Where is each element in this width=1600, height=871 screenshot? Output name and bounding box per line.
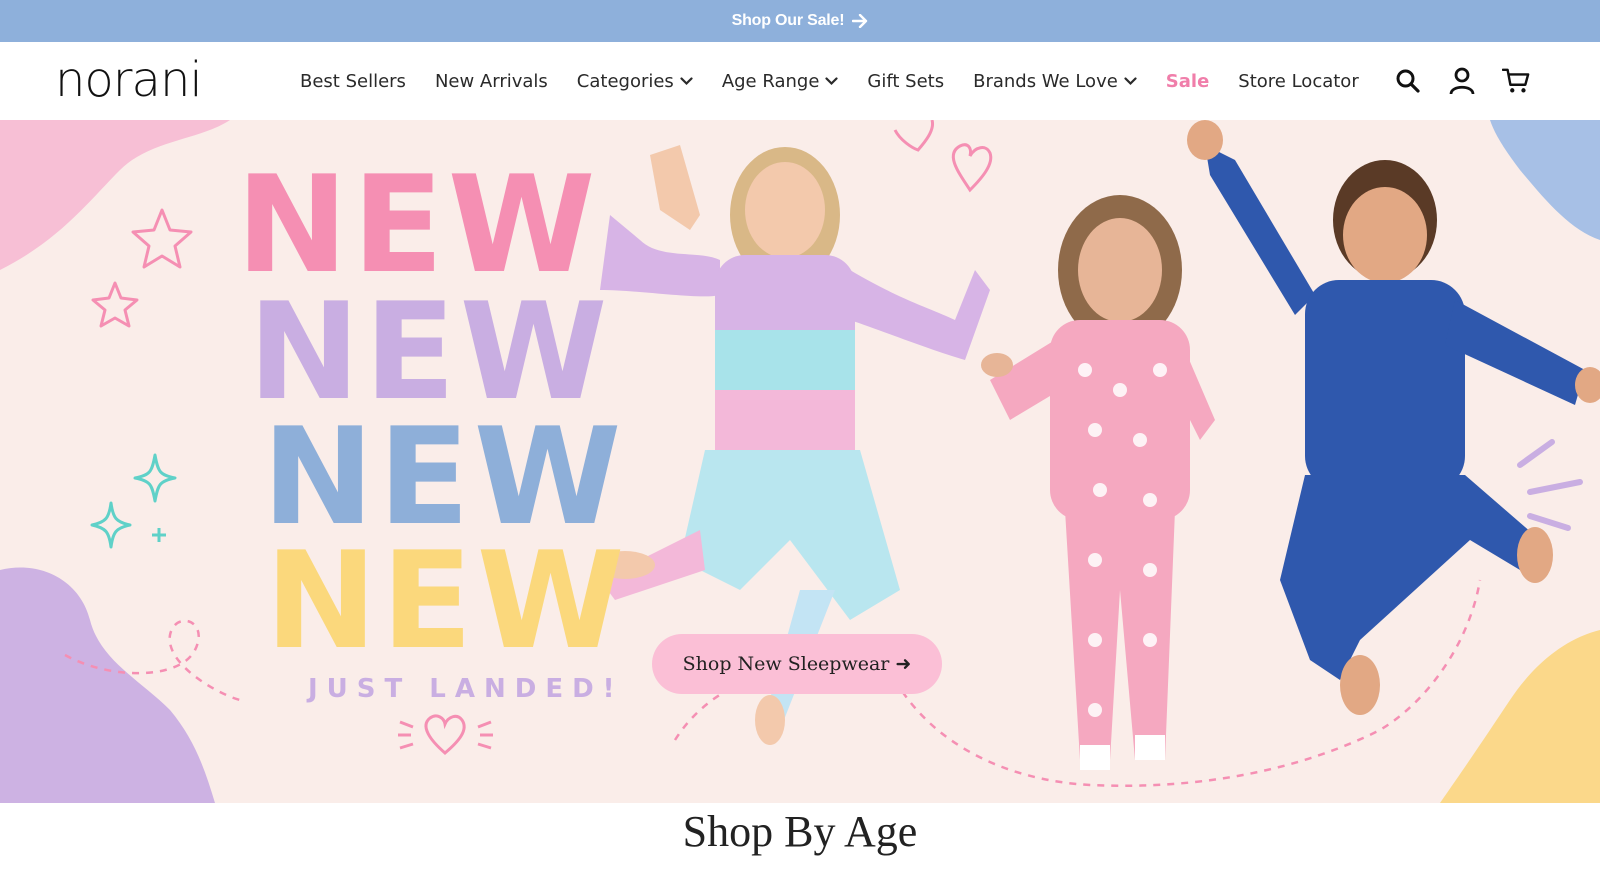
hero-subline: JUST LANDED! <box>308 674 624 704</box>
nav-age-range[interactable]: Age Range <box>722 71 839 92</box>
nav-best-sellers[interactable]: Best Sellers <box>300 71 406 92</box>
nav-categories[interactable]: Categories <box>577 71 693 92</box>
arrow-right-icon <box>852 14 868 28</box>
hero-headline-line: NEW <box>265 523 629 679</box>
hero-headline-line: NEW <box>236 147 600 303</box>
nav-store-locator[interactable]: Store Locator <box>1238 71 1358 92</box>
nav-label: Sale <box>1165 70 1210 92</box>
heart-icon <box>893 120 993 193</box>
shop-by-age-title: Shop By Age <box>682 807 918 856</box>
announcement-text[interactable]: Shop Our Sale! <box>732 12 845 30</box>
nav-label: Categories <box>576 70 674 92</box>
nav-sale[interactable]: Sale <box>1166 71 1210 92</box>
announcement-bar[interactable]: Shop Our Sale! <box>0 0 1600 42</box>
sparkle-icon <box>90 453 177 549</box>
cta-label: Shop New Sleepwear ➜ <box>682 653 912 675</box>
main-nav: Best Sellers New Arrivals Categories Age… <box>300 42 1388 120</box>
brand-logo[interactable]: norani <box>55 52 203 108</box>
nav-label: Brands We Love <box>973 70 1118 92</box>
nav-label: Best Sellers <box>300 70 406 92</box>
child-photo-blue <box>1187 120 1600 715</box>
search-icon[interactable] <box>1394 67 1422 95</box>
chevron-down-icon <box>825 76 839 86</box>
nav-label: Age Range <box>721 70 820 92</box>
nav-label: Store Locator <box>1238 70 1359 92</box>
header-actions <box>1394 42 1530 120</box>
nav-label: New Arrivals <box>434 70 548 92</box>
nav-brands-we-love[interactable]: Brands We Love <box>973 71 1137 92</box>
chevron-down-icon <box>680 76 693 86</box>
child-photo-cat <box>981 195 1215 770</box>
heart-icon <box>398 714 493 755</box>
shop-new-sleepwear-button[interactable]: Shop New Sleepwear ➜ <box>652 634 942 694</box>
nav-label: Gift Sets <box>867 70 945 92</box>
nav-gift-sets[interactable]: Gift Sets <box>867 71 944 92</box>
cart-icon[interactable] <box>1502 67 1530 95</box>
star-icon <box>91 208 193 328</box>
chevron-down-icon <box>1124 76 1137 86</box>
hero-banner[interactable]: NEW NEW NEW NEW JUST LANDED! Shop New Sl… <box>0 120 1600 803</box>
nav-new-arrivals[interactable]: New Arrivals <box>435 71 548 92</box>
account-icon[interactable] <box>1448 67 1476 95</box>
site-header: norani Best Sellers New Arrivals Categor… <box>0 42 1600 120</box>
